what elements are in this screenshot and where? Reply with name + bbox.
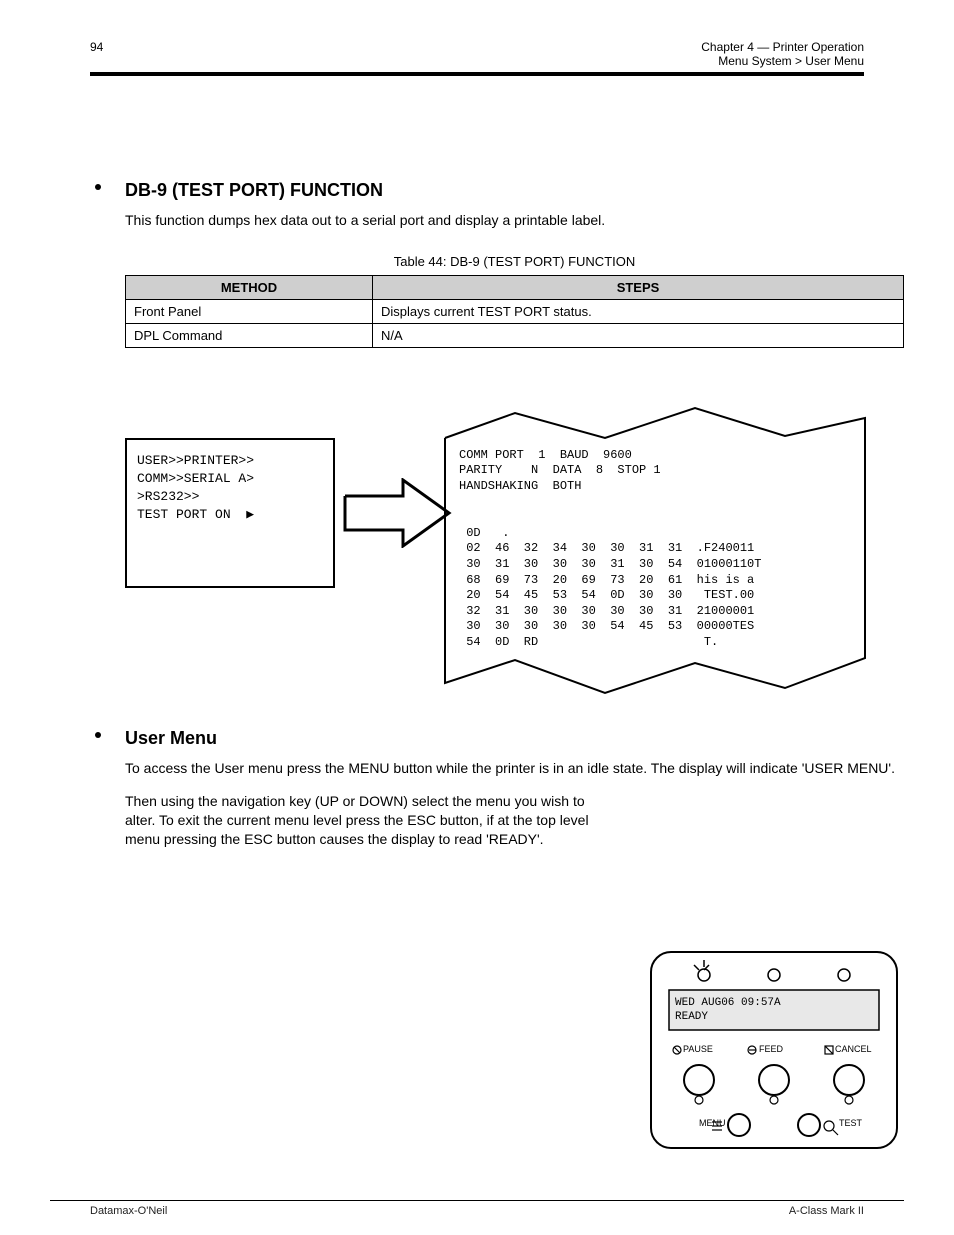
page-header: 94 Chapter 4 — Printer Operation Menu Sy… <box>50 40 904 100</box>
table-block: Table 44: DB-9 (TEST PORT) FUNCTION METH… <box>125 254 904 348</box>
printed-label: COMM PORT 1 BAUD 9600 PARITY N DATA 8 ST… <box>435 398 875 703</box>
cell-method: Front Panel <box>126 299 373 323</box>
cell-method: DPL Command <box>126 323 373 347</box>
section-intro: This function dumps hex data out to a se… <box>125 211 904 230</box>
footer-left: Datamax-O'Neil <box>90 1205 167 1217</box>
user-menu-paragraph-1: To access the User menu press the MENU b… <box>125 759 904 778</box>
chapter-title: Chapter 4 — Printer Operation <box>701 40 864 54</box>
page-footer: Datamax-O'Neil A-Class Mark II <box>50 1200 904 1205</box>
col-method: METHOD <box>126 275 373 299</box>
footer-rule <box>50 1200 904 1201</box>
section-title-db9: DB-9 (TEST PORT) FUNCTION <box>125 180 904 201</box>
label-hex-dump: COMM PORT 1 BAUD 9600 PARITY N DATA 8 ST… <box>459 448 851 651</box>
pause-button-label: PAUSE <box>683 1044 713 1054</box>
table-row: Front Panel Displays current TEST PORT s… <box>126 299 904 323</box>
content-area: DB-9 (TEST PORT) FUNCTION This function … <box>95 180 904 872</box>
figure-lcd-to-label: USER>>PRINTER>> COMM>>SERIAL A> >RS232>>… <box>125 408 904 728</box>
bullet-icon <box>95 732 101 738</box>
feed-button-label: FEED <box>759 1044 783 1054</box>
page-number: 94 <box>90 40 103 54</box>
user-menu-paragraph-2: Then using the navigation key (UP or DOW… <box>125 792 605 849</box>
table-header-row: METHOD STEPS <box>126 275 904 299</box>
header-rule <box>90 72 864 76</box>
header-right: Chapter 4 — Printer Operation Menu Syste… <box>701 40 864 68</box>
cell-steps: Displays current TEST PORT status. <box>373 299 904 323</box>
col-steps: STEPS <box>373 275 904 299</box>
lcd-readout: USER>>PRINTER>> COMM>>SERIAL A> >RS232>>… <box>125 438 335 588</box>
test-button-label: TEST <box>839 1118 862 1128</box>
section-path: Menu System > User Menu <box>701 54 864 68</box>
section-user-menu: User Menu To access the User menu press … <box>95 728 904 849</box>
section-title-user-menu: User Menu <box>125 728 904 749</box>
cancel-button-label: CANCEL <box>835 1044 872 1054</box>
cell-steps: N/A <box>373 323 904 347</box>
page: 94 Chapter 4 — Printer Operation Menu Sy… <box>0 0 954 1235</box>
bullet-icon <box>95 184 101 190</box>
footer-right: A-Class Mark II <box>789 1205 864 1217</box>
table-caption: Table 44: DB-9 (TEST PORT) FUNCTION <box>125 254 904 269</box>
config-table: METHOD STEPS Front Panel Displays curren… <box>125 275 904 348</box>
section-db9: DB-9 (TEST PORT) FUNCTION This function … <box>95 180 904 230</box>
table-row: DPL Command N/A <box>126 323 904 347</box>
menu-button-label: MENU <box>699 1118 726 1128</box>
front-panel-illustration: WED AUG06 09:57A READY <box>649 950 899 1150</box>
